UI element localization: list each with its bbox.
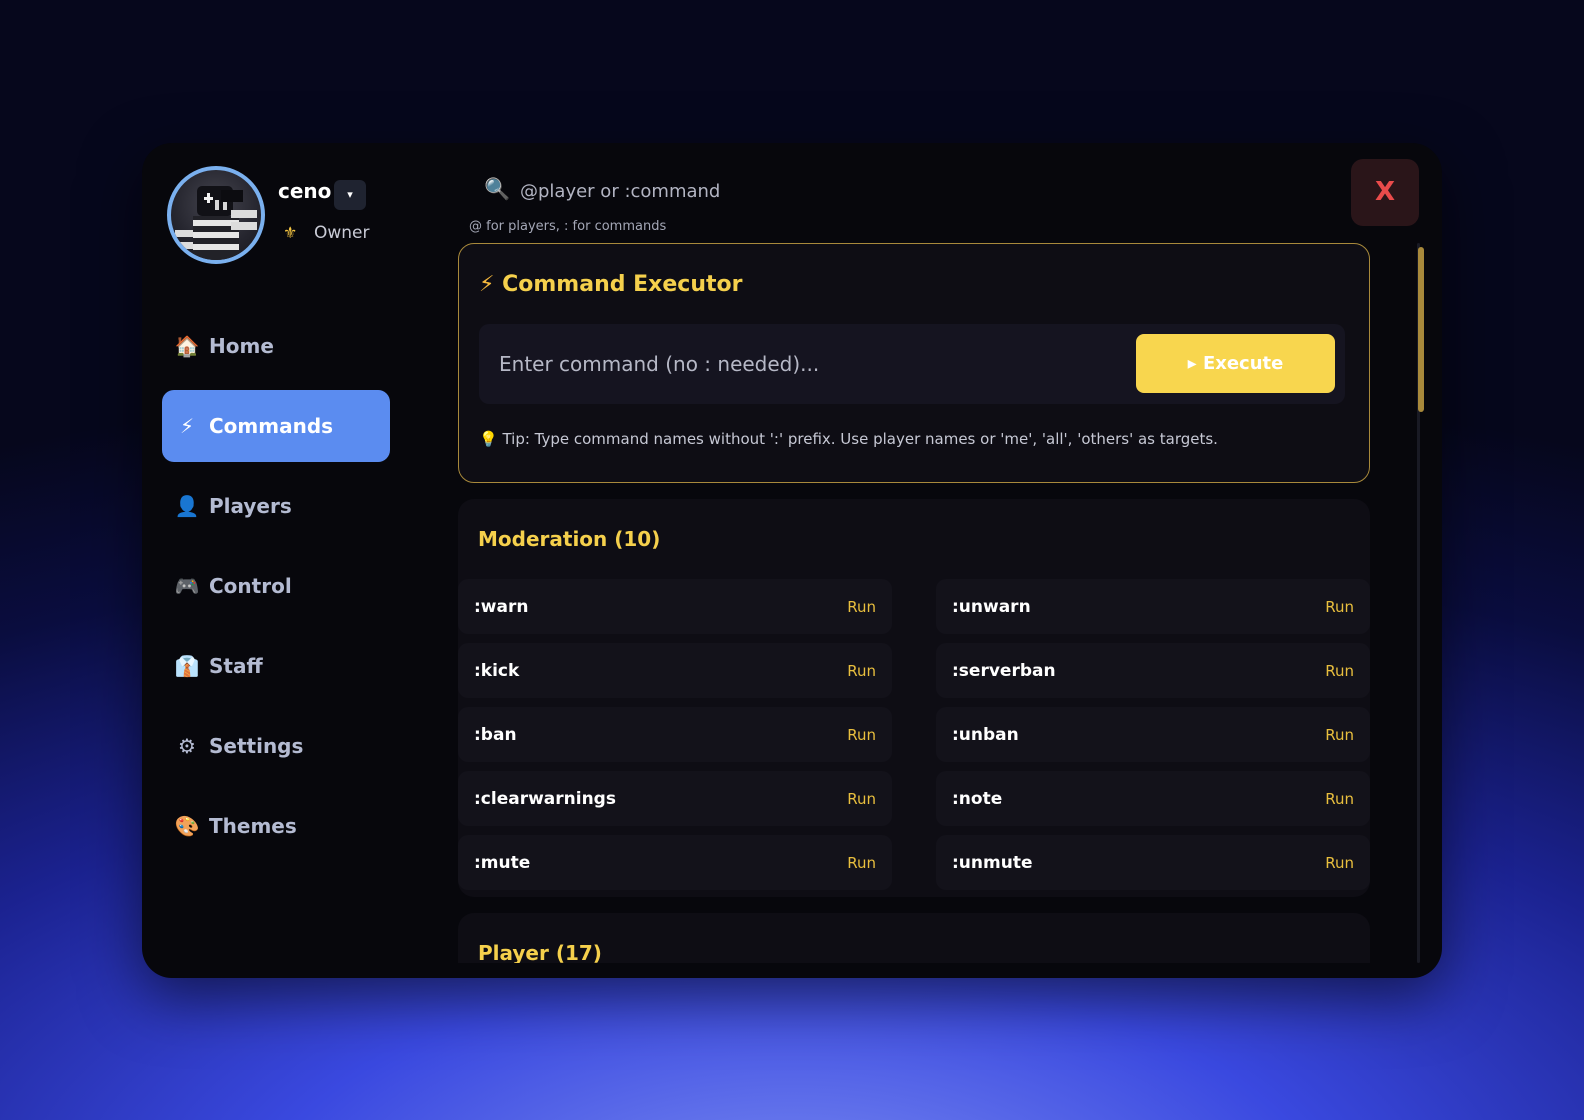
run-button[interactable]: Run: [847, 726, 876, 744]
sidebar-item-label: Themes: [209, 814, 297, 838]
command-item: :warn Run: [458, 579, 892, 634]
command-name: :unban: [952, 724, 1019, 745]
scrollbar-thumb[interactable]: [1418, 247, 1424, 412]
command-name: :unmute: [952, 852, 1033, 873]
sidebar-item-staff[interactable]: 👔 Staff: [162, 630, 390, 702]
sidebar-item-commands[interactable]: ⚡ Commands: [162, 390, 390, 462]
run-button[interactable]: Run: [1325, 790, 1354, 808]
gamepad-icon: 🎮: [174, 574, 200, 598]
admin-panel-window: ceno ▾ ⚜ Owner 🏠 Home ⚡ Commands 👤 Playe…: [142, 143, 1442, 978]
sidebar-item-label: Players: [209, 494, 292, 518]
executor-tip: 💡 Tip: Type command names without ':' pr…: [479, 430, 1218, 448]
command-item: :unban Run: [936, 707, 1370, 762]
close-button[interactable]: X: [1351, 159, 1419, 226]
run-button[interactable]: Run: [847, 662, 876, 680]
command-name: :serverban: [952, 660, 1056, 681]
search-hint: @ for players, : for commands: [469, 219, 667, 234]
command-name: :ban: [474, 724, 517, 745]
command-grid: :warn Run :unwarn Run :kick Run :serverb…: [458, 579, 1370, 890]
command-name: :warn: [474, 596, 529, 617]
command-item: :clearwarnings Run: [458, 771, 892, 826]
command-name: :clearwarnings: [474, 788, 616, 809]
command-input-wrapper: ▸ Execute: [479, 324, 1345, 404]
command-item: :note Run: [936, 771, 1370, 826]
sidebar-item-label: Staff: [209, 654, 263, 678]
execute-button[interactable]: ▸ Execute: [1136, 334, 1335, 393]
crown-icon: ⚜: [283, 223, 298, 242]
gear-icon: ⚙: [178, 734, 196, 758]
command-item: :serverban Run: [936, 643, 1370, 698]
sidebar-nav: 🏠 Home ⚡ Commands 👤 Players 🎮 Control 👔 …: [162, 310, 390, 870]
lightning-icon: ⚡: [179, 414, 195, 438]
category-title: Moderation (10): [478, 527, 661, 551]
sidebar-item-control[interactable]: 🎮 Control: [162, 550, 390, 622]
sidebar-item-themes[interactable]: 🎨 Themes: [162, 790, 390, 862]
search-icon: 🔍: [484, 177, 511, 201]
username: ceno: [278, 179, 332, 203]
command-name: :note: [952, 788, 1003, 809]
run-button[interactable]: Run: [847, 598, 876, 616]
run-button[interactable]: Run: [847, 854, 876, 872]
user-icon: 👤: [174, 494, 200, 518]
sidebar-item-players[interactable]: 👤 Players: [162, 470, 390, 542]
category-player: Player (17): [458, 913, 1370, 963]
lightning-icon: ⚡: [479, 272, 495, 297]
command-name: :kick: [474, 660, 520, 681]
sidebar-item-settings[interactable]: ⚙ Settings: [162, 710, 390, 782]
sidebar-item-label: Commands: [209, 414, 334, 438]
run-button[interactable]: Run: [1325, 598, 1354, 616]
command-name: :mute: [474, 852, 531, 873]
run-button[interactable]: Run: [1325, 854, 1354, 872]
run-button[interactable]: Run: [1325, 726, 1354, 744]
command-item: :unwarn Run: [936, 579, 1370, 634]
run-button[interactable]: Run: [847, 790, 876, 808]
avatar-image: [175, 186, 257, 260]
commands-content: ⚡ Command Executor ▸ Execute 💡 Tip: Type…: [458, 243, 1370, 963]
avatar: [167, 166, 265, 264]
command-item: :ban Run: [458, 707, 892, 762]
sidebar-item-label: Control: [209, 574, 292, 598]
category-title: Player (17): [478, 941, 602, 963]
sidebar-item-home[interactable]: 🏠 Home: [162, 310, 390, 382]
user-dropdown-button[interactable]: ▾: [334, 180, 366, 210]
executor-title: ⚡ Command Executor: [479, 272, 742, 297]
home-icon: 🏠: [174, 334, 200, 358]
command-executor-panel: ⚡ Command Executor ▸ Execute 💡 Tip: Type…: [458, 243, 1370, 483]
command-input[interactable]: [499, 346, 1119, 382]
command-item: :mute Run: [458, 835, 892, 890]
command-item: :kick Run: [458, 643, 892, 698]
necktie-icon: 👔: [174, 654, 200, 678]
sidebar-item-label: Settings: [209, 734, 304, 758]
user-role: Owner: [314, 223, 370, 243]
category-moderation: Moderation (10) :warn Run :unwarn Run :k…: [458, 499, 1370, 897]
palette-icon: 🎨: [174, 814, 200, 838]
run-button[interactable]: Run: [1325, 662, 1354, 680]
sidebar-item-label: Home: [209, 334, 274, 358]
executor-title-text: Command Executor: [502, 272, 743, 297]
command-item: :unmute Run: [936, 835, 1370, 890]
search-input[interactable]: [520, 173, 1220, 209]
command-name: :unwarn: [952, 596, 1031, 617]
